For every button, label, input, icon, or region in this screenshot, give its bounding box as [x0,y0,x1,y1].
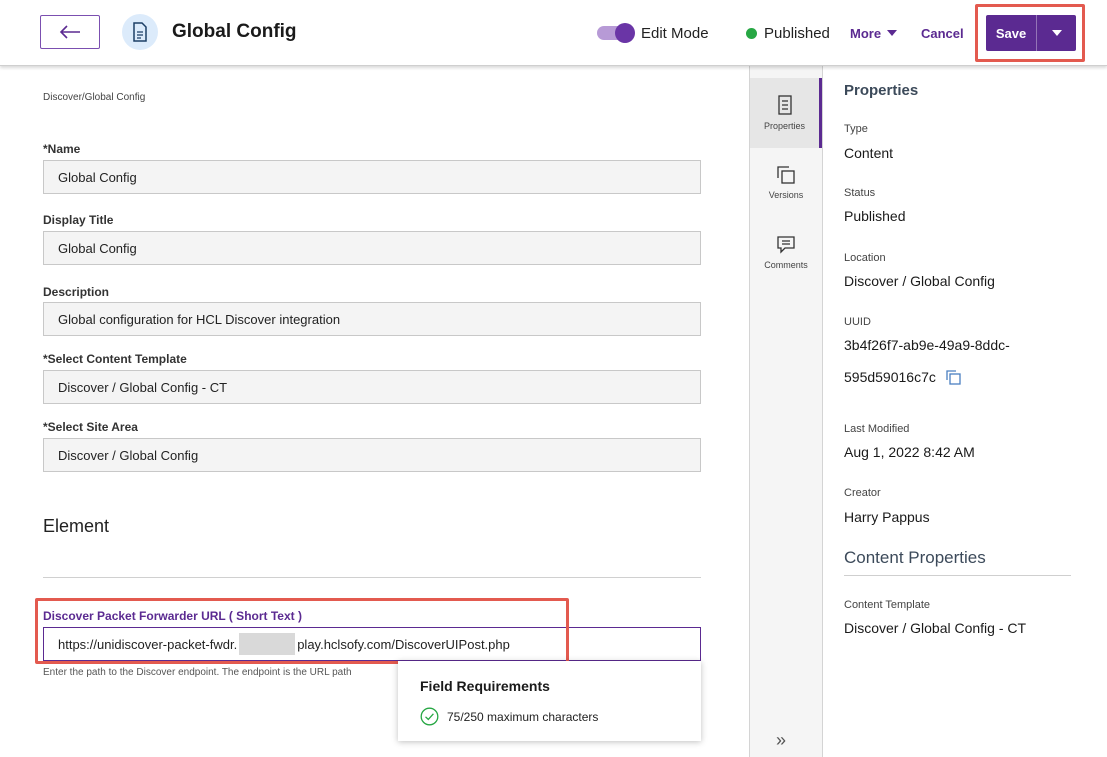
edit-mode-label: Edit Mode [641,25,709,42]
cancel-button[interactable]: Cancel [921,26,964,41]
side-rail: Properties Versions Comments » [749,66,823,757]
content-template-select[interactable]: Discover / Global Config - CT [43,370,701,404]
copy-icon [777,166,795,184]
content-properties-divider [844,575,1071,576]
more-label: More [850,26,882,41]
rail-item-properties[interactable]: Properties [750,78,822,148]
content-template-label: *Select Content Template [43,352,187,366]
caret-down-icon [887,30,898,36]
list-icon [777,95,792,115]
display-title-label: Display Title [43,213,114,227]
rail-label: Properties [763,121,806,131]
url-highlight-annotation [35,598,569,664]
last-modified-label: Last Modified [844,423,910,435]
url-helper-text: Enter the path to the Discover endpoint.… [43,667,352,678]
save-button-group: Save [986,15,1076,51]
toggle-knob [615,23,635,43]
published-status-label: Published [764,25,830,42]
type-value: Content [844,145,894,161]
name-label: *Name [43,142,81,156]
rail-item-versions[interactable]: Versions [750,148,822,218]
uuid-label: UUID [844,316,871,328]
element-section-title: Element [43,516,110,536]
status-label: Status [844,187,876,199]
requirements-title: Field Requirements [420,678,550,694]
last-modified-value: Aug 1, 2022 8:42 AM [844,444,975,460]
edit-mode-toggle[interactable] [597,23,635,43]
creator-label: Creator [844,487,881,499]
properties-panel: Properties Type Content Status Published… [824,66,1107,757]
uuid-value-line2: 595d59016c7c [844,369,936,385]
published-status-dot [746,28,757,39]
comment-icon [777,236,795,254]
page-title: Global Config [172,21,297,42]
content-template-label: Content Template [844,599,931,611]
uuid-value-line2-row: 595d59016c7c [844,369,961,385]
site-area-select[interactable]: Discover / Global Config [43,438,701,472]
requirement-text: 75/250 maximum characters [447,709,599,724]
display-title-field[interactable]: Global Config [43,231,701,265]
site-area-label: *Select Site Area [43,420,138,434]
properties-title: Properties [844,82,919,99]
back-button[interactable] [40,15,100,49]
description-field[interactable]: Global configuration for HCL Discover in… [43,302,701,336]
rail-label: Comments [764,260,808,270]
save-options-button[interactable] [1037,15,1076,51]
creator-value: Harry Pappus [844,509,930,525]
rail-label: Versions [768,190,804,200]
save-button[interactable]: Save [986,15,1036,51]
arrow-left-icon [59,25,80,39]
rail-item-comments[interactable]: Comments [750,218,822,288]
field-requirements-popup: Field Requirements 75/250 maximum charac… [398,661,701,741]
app-header: Global Config Edit Mode Published More C… [0,0,1107,66]
location-value: Discover / Global Config [844,273,995,289]
section-divider [43,577,701,578]
location-label: Location [844,252,886,264]
status-value: Published [844,208,906,224]
check-circle-icon [420,707,439,726]
caret-down-icon [1051,29,1062,36]
requirement-item: 75/250 maximum characters [420,707,598,726]
document-icon [122,14,158,50]
description-label: Description [43,285,110,299]
uuid-value-line1: 3b4f26f7-ab9e-49a9-8ddc- [844,337,1010,353]
expand-panel-icon[interactable]: » [776,730,786,751]
type-label: Type [844,123,868,135]
content-template-value: Discover / Global Config - CT [844,620,1027,636]
breadcrumb: Discover/Global Config [43,92,146,103]
name-field[interactable]: Global Config [43,160,701,194]
content-properties-title: Content Properties [844,548,986,567]
more-menu-button[interactable]: More [850,26,898,41]
copy-icon[interactable] [946,369,961,385]
